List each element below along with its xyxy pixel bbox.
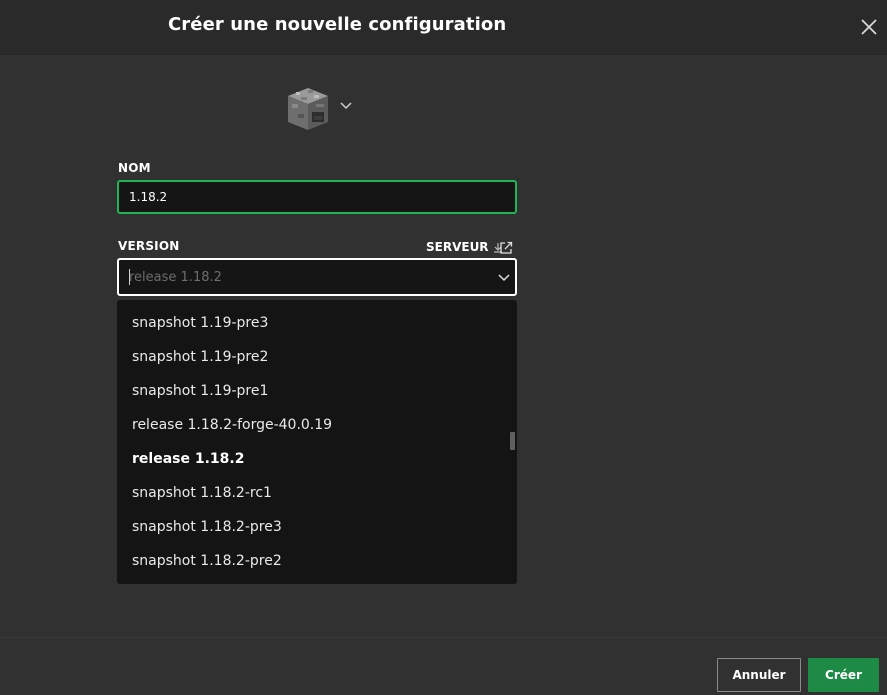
external-link-button[interactable]: [499, 240, 513, 254]
version-option[interactable]: snapshot 1.18.2-pre3: [132, 510, 282, 544]
dialog-title: Créer une nouvelle configuration: [168, 14, 507, 35]
external-link-icon: [500, 241, 513, 254]
version-option[interactable]: snapshot 1.18.2-rc1: [132, 476, 272, 510]
chevron-down-icon[interactable]: [498, 274, 510, 282]
server-link-label: SERVEUR: [426, 240, 489, 254]
dropdown-scrollbar-thumb[interactable]: [510, 432, 515, 450]
version-option[interactable]: snapshot 1.19-pre1: [132, 374, 268, 408]
dialog-header: Créer une nouvelle configuration: [0, 0, 887, 55]
cancel-button[interactable]: Annuler: [717, 658, 801, 692]
version-label: VERSION: [118, 239, 180, 253]
furnace-block-icon: [288, 88, 328, 130]
text-caret: [129, 269, 130, 285]
version-option[interactable]: snapshot 1.18.2-pre2: [132, 544, 282, 578]
version-dropdown-list: snapshot 1.19-pre3 snapshot 1.19-pre2 sn…: [117, 300, 517, 584]
version-select[interactable]: [117, 258, 517, 296]
version-option[interactable]: snapshot 1.19-pre2: [132, 340, 268, 374]
create-button[interactable]: Créer: [808, 658, 879, 692]
footer-divider: [0, 637, 887, 638]
close-button[interactable]: [858, 16, 880, 38]
version-option[interactable]: release 1.18.2-forge-40.0.19: [132, 408, 332, 442]
close-icon: [861, 19, 877, 35]
server-download-link[interactable]: SERVEUR: [426, 239, 503, 255]
name-label: NOM: [118, 161, 151, 175]
name-input[interactable]: [117, 180, 517, 214]
profile-icon-picker[interactable]: [284, 84, 356, 132]
version-option-selected[interactable]: release 1.18.2: [132, 442, 244, 476]
version-search-input[interactable]: [129, 260, 489, 294]
version-option[interactable]: snapshot 1.19-pre3: [132, 306, 268, 340]
chevron-down-icon: [340, 102, 352, 110]
